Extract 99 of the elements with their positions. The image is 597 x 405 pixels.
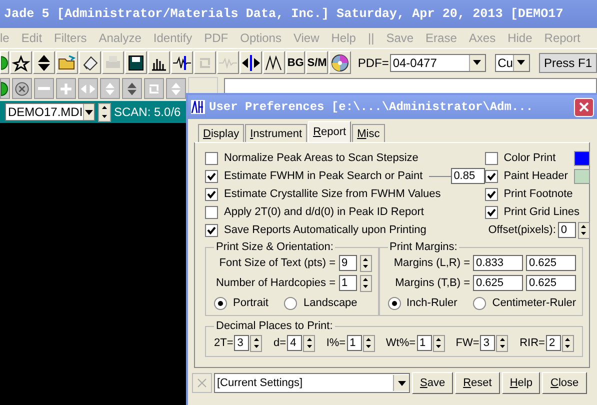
tab[interactable]: Report: [308, 121, 352, 142]
disc-icon: [330, 52, 350, 72]
option-label: Print Footnote: [504, 188, 574, 200]
input-field[interactable]: 0: [558, 222, 576, 238]
caret-icon: [473, 60, 482, 65]
input-field[interactable]: 1: [346, 335, 362, 351]
field-label: Margins (L,R) =: [394, 257, 470, 269]
spinner[interactable]: [360, 254, 372, 272]
input-field[interactable]: 9: [338, 255, 356, 271]
input-field[interactable]: 0.625: [473, 275, 523, 291]
field-label: d=: [274, 337, 286, 349]
checkbox[interactable]: [484, 170, 498, 182]
spinner[interactable]: [496, 334, 508, 352]
input-field[interactable]: 1: [416, 335, 432, 351]
option-label: Estimate Crystallite Size from FWHM Values: [224, 188, 441, 200]
tab[interactable]: Instrument: [245, 124, 308, 142]
input-field[interactable]: 0.85: [450, 168, 485, 184]
dialog-button[interactable]: Save: [412, 372, 454, 394]
spinner[interactable]: [98, 102, 111, 122]
option-label: Normalize Peak Areas to Scan Stepsize: [224, 152, 418, 164]
checkbox[interactable]: [205, 152, 218, 164]
field-label: Wt%=: [386, 337, 416, 349]
dialog-button[interactable]: Reset: [455, 372, 500, 394]
close-icon: [578, 101, 590, 113]
arrows-icon: [240, 52, 261, 72]
option-label: Print Grid Lines: [504, 206, 580, 218]
option-label: Apply 2T(0) and d/d(0) in Peak ID Report: [224, 206, 424, 218]
option-label: Color Print: [504, 152, 557, 164]
input-field[interactable]: 3: [480, 335, 496, 351]
field-label: Number of Hardcopies =: [216, 277, 336, 289]
window-title: Jade 5 [Administrator/Materials Data, Inc.] Saturday, Apr 20, 2013 [DEMO17: [0, 0, 597, 28]
radio-button[interactable]: [284, 296, 298, 310]
dialog-button[interactable]: Close: [542, 372, 587, 394]
input-field[interactable]: 0.625: [526, 255, 576, 271]
radio-button[interactable]: [214, 296, 227, 310]
checkbox[interactable]: [484, 152, 498, 164]
caret-icon: [517, 60, 526, 65]
field-label: I%=: [326, 337, 346, 349]
field-label: FW=: [456, 337, 480, 349]
spinner[interactable]: [360, 274, 372, 292]
field-label: Margins (T,B) =: [395, 277, 470, 289]
minus-icon: [37, 86, 51, 91]
radio-label: Landscape: [303, 297, 358, 309]
cross-icon: [197, 378, 207, 388]
spinner[interactable]: [578, 222, 590, 238]
floppy-icon: [126, 52, 146, 72]
dialog-title: User Preferences [e:\...\Administrator\Adm...: [209, 100, 534, 114]
offset-label: Offset(pixels):: [488, 224, 556, 236]
toolbar-button[interactable]: S/M: [306, 51, 328, 74]
star-icon: [10, 52, 31, 72]
checkbox[interactable]: [205, 170, 218, 182]
group-title: Decimal Places to Print:: [215, 320, 334, 332]
checkbox[interactable]: [205, 206, 218, 218]
toolbar-button[interactable]: BG: [286, 51, 306, 74]
checkbox[interactable]: [484, 206, 498, 218]
app-icon: [191, 100, 205, 114]
option-label: Estimate FWHM in Peak Search or Paint: [224, 170, 423, 182]
radio-label: Centimeter-Ruler: [492, 297, 576, 309]
anode-combo[interactable]: Cu: [494, 54, 530, 72]
spinner[interactable]: [250, 334, 262, 352]
checkbox[interactable]: [484, 188, 498, 200]
input-field[interactable]: 1: [338, 275, 356, 291]
field-label: Font Size of Text (pts) =: [219, 257, 336, 269]
field-label: RIR=: [520, 337, 545, 349]
spinner[interactable]: [432, 334, 445, 352]
preset-combo[interactable]: [Current Settings]: [214, 373, 410, 393]
radio-button[interactable]: [388, 296, 400, 310]
radio-label: Portrait: [233, 297, 268, 309]
file-combo[interactable]: DEMO17.MDI: [5, 103, 95, 121]
press-f1-button[interactable]: Press F1: [538, 52, 597, 72]
radio-label: Inch-Ruler: [406, 297, 458, 309]
input-field[interactable]: 0.833: [473, 255, 523, 271]
tab[interactable]: Misc: [352, 124, 385, 142]
caret-icon: [84, 110, 93, 114]
close-button[interactable]: [574, 98, 594, 116]
input-field[interactable]: 2: [546, 335, 561, 351]
option-label: Paint Header: [504, 170, 568, 182]
color-swatch[interactable]: [574, 168, 590, 184]
field-label: 2T=: [214, 337, 234, 349]
pdf-label: PDF=: [358, 56, 389, 70]
input-field[interactable]: 0.625: [526, 275, 576, 291]
dialog-button[interactable]: Help: [502, 372, 540, 394]
input-field[interactable]: 3: [234, 335, 250, 351]
input-field[interactable]: 4: [287, 335, 302, 351]
radio-button[interactable]: [473, 296, 486, 310]
spinner[interactable]: [562, 334, 574, 352]
checkbox[interactable]: [205, 188, 218, 200]
tab[interactable]: Display: [198, 124, 244, 142]
spinner[interactable]: [362, 334, 375, 352]
pdf-combo[interactable]: 04-0477: [390, 54, 486, 72]
group-title: Print Size & Orientation:: [215, 241, 334, 253]
scan-info: SCAN: 5.0/6: [114, 105, 181, 119]
spinner[interactable]: [303, 334, 316, 352]
folder-icon: [56, 52, 77, 72]
option-label: Save Reports Automatically upon Printing: [224, 224, 426, 236]
caret-icon: [398, 380, 406, 386]
color-swatch[interactable]: [574, 150, 590, 166]
group-title: Print Margins:: [388, 241, 458, 253]
checkbox[interactable]: [205, 224, 218, 236]
